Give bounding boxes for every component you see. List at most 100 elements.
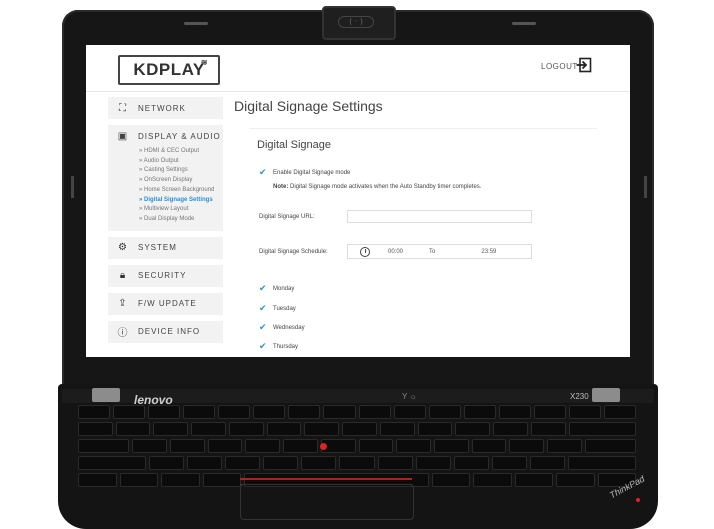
main-content: Digital Signage Settings Digital Signage… xyxy=(234,97,614,351)
key xyxy=(339,456,375,470)
checkmark-icon: ✔ xyxy=(259,283,267,293)
key xyxy=(253,405,286,419)
checkbox-label: Enable Digital Signage mode xyxy=(273,169,351,176)
checkmark-icon: ✔ xyxy=(259,322,267,332)
key xyxy=(493,422,528,436)
sidebar-item-label: SYSTEM xyxy=(138,243,177,253)
key xyxy=(568,405,601,419)
day-label: Tuesday xyxy=(273,305,296,312)
key xyxy=(358,439,394,453)
key xyxy=(283,439,318,453)
key xyxy=(567,456,636,470)
key xyxy=(149,456,185,470)
key xyxy=(358,405,391,419)
key xyxy=(148,405,181,419)
key xyxy=(78,473,117,487)
key xyxy=(473,473,512,487)
sidebar-item-label: DISPLAY & AUDIO xyxy=(138,131,221,141)
key xyxy=(509,439,545,453)
key xyxy=(393,405,426,419)
checkmark-icon: ✔ xyxy=(259,167,267,177)
logout-link[interactable]: LOGOUT xyxy=(541,62,578,71)
submenu-home-screen-background[interactable]: » Home Screen Background xyxy=(139,186,223,196)
key xyxy=(78,439,130,453)
sidebar-item-display-audio-header[interactable]: ▣ DISPLAY & AUDIO xyxy=(108,125,223,147)
key xyxy=(433,439,469,453)
day-checkbox-thursday[interactable]: ✔ Thursday xyxy=(259,341,298,352)
day-label: Monday xyxy=(273,285,295,292)
schedule-end-time[interactable]: 23:59 xyxy=(481,249,496,255)
key xyxy=(301,456,337,470)
digital-signage-url-input[interactable] xyxy=(347,210,532,223)
status-leds: Y ☼ xyxy=(402,392,417,401)
day-checkbox-tuesday[interactable]: ✔ Tuesday xyxy=(259,303,296,314)
submenu-onscreen-display[interactable]: » OnScreen Display xyxy=(139,176,223,186)
key xyxy=(377,456,413,470)
key xyxy=(529,456,565,470)
lid-latch-right xyxy=(512,22,536,25)
sidebar-item-device-info[interactable]: ⓘ DEVICE INFO xyxy=(108,320,223,343)
note-text: Note: Digital Signage mode activates whe… xyxy=(273,184,481,190)
kdplay-logo[interactable]: KDPLAY ≋ xyxy=(118,55,220,85)
key xyxy=(288,405,321,419)
sidebar-item-label: DEVICE INFO xyxy=(138,327,201,337)
sidebar-item-system[interactable]: ⚙ SYSTEM xyxy=(108,236,223,259)
submenu-audio-output[interactable]: » Audio Output xyxy=(139,157,223,167)
submenu-dual-display-mode[interactable]: » Dual Display Mode xyxy=(139,215,223,225)
logo-text: KDPLAY xyxy=(133,60,205,79)
key xyxy=(78,456,147,470)
key xyxy=(113,405,146,419)
key xyxy=(396,439,431,453)
key xyxy=(183,405,216,419)
key xyxy=(263,456,299,470)
key xyxy=(342,422,377,436)
key xyxy=(202,473,241,487)
submenu-hdmi-cec-output[interactable]: » HDMI & CEC Output xyxy=(139,147,223,157)
hinge-left xyxy=(92,388,120,402)
key xyxy=(431,473,470,487)
day-checkbox-wednesday[interactable]: ✔ Wednesday xyxy=(259,322,305,333)
key xyxy=(533,405,566,419)
day-label: Thursday xyxy=(273,343,299,350)
key xyxy=(568,422,637,436)
sidebar-item-security[interactable]: 🔒︎ SECURITY xyxy=(108,264,223,287)
sidebar-item-network[interactable]: ⛶ NETWORK xyxy=(108,97,223,119)
lid-side-left xyxy=(71,176,74,198)
sidebar-item-label: F/W UPDATE xyxy=(138,299,197,309)
schedule-start-time[interactable]: 00:00 xyxy=(388,249,403,255)
keyboard-row xyxy=(78,422,637,436)
key xyxy=(228,422,264,436)
url-label: Digital Signage URL: xyxy=(259,214,315,220)
keyboard-row xyxy=(78,439,636,453)
schedule-field[interactable]: 00:00 To 23:59 xyxy=(347,244,532,259)
day-checkbox-monday[interactable]: ✔ Monday xyxy=(259,283,294,294)
key xyxy=(218,405,251,419)
wifi-icon: ≋ xyxy=(200,58,208,67)
submenu-casting-settings[interactable]: » Casting Settings xyxy=(139,166,223,176)
checkmark-icon: ✔ xyxy=(259,341,267,351)
sidebar-item-label: NETWORK xyxy=(138,103,186,113)
key xyxy=(463,405,496,419)
key xyxy=(245,439,281,453)
schedule-label: Digital Signage Schedule: xyxy=(259,249,328,255)
logout-icon[interactable] xyxy=(576,57,592,73)
key xyxy=(161,473,200,487)
key xyxy=(191,422,226,436)
submenu-multiview-layout[interactable]: » Multiview Layout xyxy=(139,205,223,215)
key xyxy=(207,439,243,453)
key xyxy=(415,456,451,470)
key xyxy=(547,439,582,453)
checkmark-icon: ✔ xyxy=(259,303,267,313)
note-body: Digital Signage mode activates when the … xyxy=(288,184,482,190)
key xyxy=(417,422,453,436)
submenu-digital-signage-settings[interactable]: » Digital Signage Settings xyxy=(139,196,223,206)
sidebar-item-fw-update[interactable]: ⇪ F/W UPDATE xyxy=(108,292,223,315)
enable-digital-signage-checkbox[interactable]: ✔ Enable Digital Signage mode xyxy=(259,167,350,178)
key xyxy=(379,422,415,436)
key xyxy=(225,456,261,470)
lock-icon: 🔒︎ xyxy=(119,270,127,282)
model-label: X230 xyxy=(570,392,589,401)
hinge-right xyxy=(592,388,620,402)
gear-icon: ⚙ xyxy=(118,242,128,254)
clock-icon xyxy=(360,246,370,257)
